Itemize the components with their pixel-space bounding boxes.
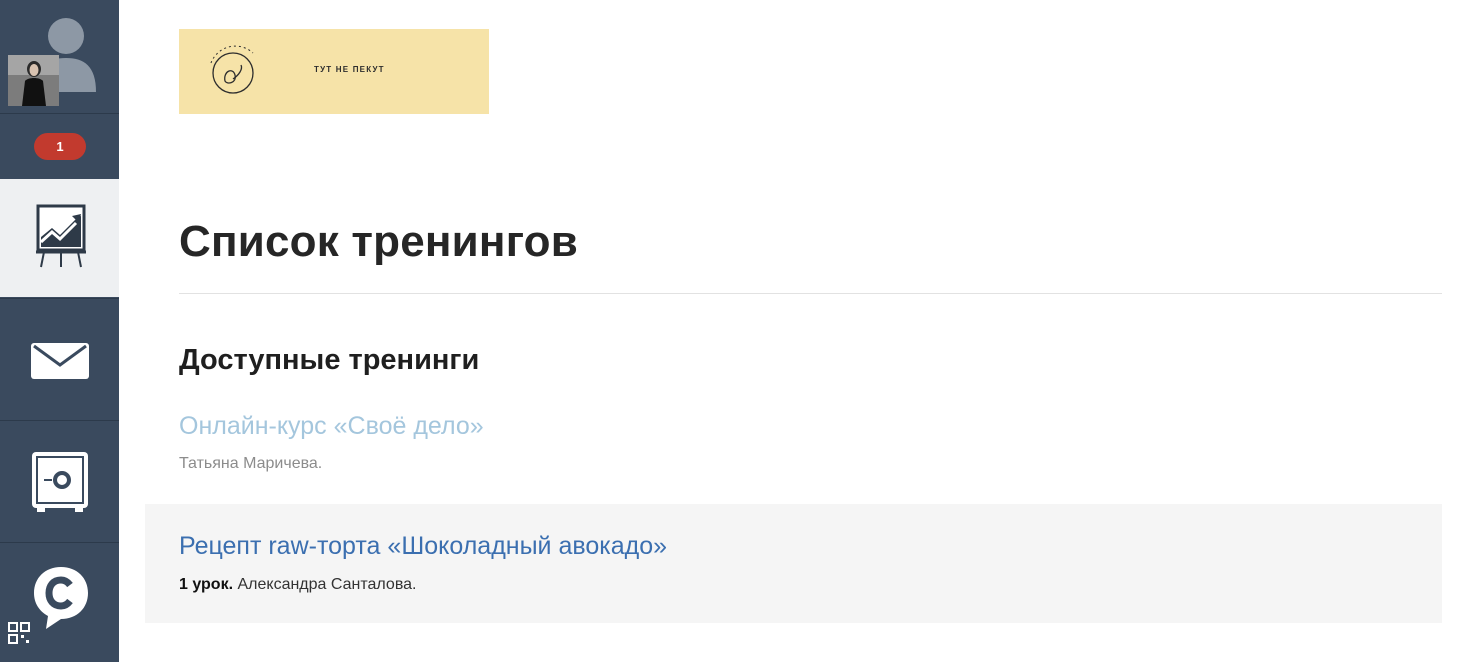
- bakery-logo-icon: [210, 45, 254, 94]
- section-title: Доступные тренинги: [179, 344, 480, 376]
- list-item[interactable]: Онлайн-курс «Своё дело» Татьяна Маричева…: [145, 405, 1442, 497]
- profile-area[interactable]: [0, 0, 119, 113]
- course-author: Татьяна Маричева.: [179, 455, 322, 473]
- course-meta: 1 урок. Александра Санталова.: [179, 576, 416, 594]
- person-photo-icon: [8, 55, 59, 106]
- sidebar: 1: [0, 0, 119, 662]
- chart-easel-icon: [36, 204, 86, 268]
- banner-text: ТУТ НЕ ПЕКУТ: [314, 65, 385, 74]
- safe-icon: [32, 452, 88, 512]
- course-link[interactable]: Рецепт raw-торта «Шоколадный авокадо»: [179, 532, 667, 561]
- divider: [179, 293, 1442, 294]
- sidebar-item-chat[interactable]: [0, 542, 119, 663]
- sidebar-item-safe[interactable]: [0, 420, 119, 541]
- chat-bubble-icon: [34, 567, 88, 629]
- sidebar-item-trainings[interactable]: [0, 179, 119, 297]
- sidebar-item-messages[interactable]: [0, 298, 119, 419]
- course-link[interactable]: Онлайн-курс «Своё дело»: [179, 412, 484, 441]
- course-author-name: Александра Санталова.: [237, 576, 417, 593]
- school-banner[interactable]: ТУТ НЕ ПЕКУТ: [179, 29, 489, 114]
- list-item[interactable]: Рецепт raw-торта «Шоколадный авокадо» 1 …: [145, 504, 1442, 623]
- page-title: Список тренингов: [179, 217, 578, 266]
- lesson-count: 1 урок.: [179, 576, 234, 593]
- qr-code-icon[interactable]: [8, 622, 30, 644]
- envelope-icon: [31, 343, 89, 379]
- course-author-name: Татьяна Маричева.: [179, 455, 323, 472]
- notification-badge[interactable]: 1: [34, 133, 86, 160]
- avatar[interactable]: [8, 55, 59, 106]
